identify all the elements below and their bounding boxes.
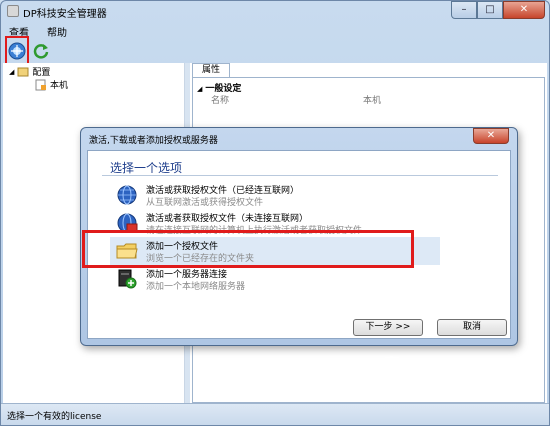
server-icon	[118, 269, 137, 289]
option-add-server[interactable]: 添加一个服务器连接 添加一个本地网络服务器	[110, 265, 440, 293]
toolbar-highlight	[5, 36, 29, 66]
next-button[interactable]: 下一步 >>	[353, 319, 423, 336]
app-icon	[7, 5, 19, 17]
option-activate-online[interactable]: 激活或获取授权文件（已经连互联网） 从互联网激活或获得授权文件	[110, 181, 440, 209]
prop-name-value: 本机	[363, 96, 382, 106]
option-desc: 从互联网激活或获得授权文件	[146, 198, 264, 208]
cancel-button[interactable]: 取消	[437, 319, 507, 336]
window-controls: – □ ✕	[451, 1, 545, 19]
expand-arrow-icon[interactable]: ◢	[9, 68, 14, 76]
dialog-heading: 选择一个选项	[110, 161, 183, 175]
selected-option-highlight	[82, 230, 414, 268]
menu-bar: 查看 帮助	[1, 21, 549, 39]
refresh-button[interactable]	[31, 41, 51, 61]
title-bar: DP科技安全管理器 – □ ✕	[1, 1, 549, 21]
refresh-icon	[33, 44, 49, 59]
menu-help[interactable]: 帮助	[47, 24, 67, 39]
tree-item-local[interactable]: 本机	[35, 78, 68, 91]
watermark-logo-icon	[372, 356, 412, 396]
dialog-title: 激活,下载或者添加授权或服务器	[89, 136, 218, 146]
close-button[interactable]: ✕	[503, 1, 545, 19]
tree-item-config-label: 配置	[32, 68, 51, 78]
option-desc: 添加一个本地网络服务器	[146, 282, 246, 292]
toolbar	[1, 39, 549, 63]
config-icon	[17, 67, 29, 76]
tree-item-config[interactable]: ◢ 配置	[9, 65, 50, 78]
globe-icon	[117, 185, 137, 205]
minimize-button[interactable]: –	[451, 1, 477, 19]
maximize-button[interactable]: □	[477, 1, 503, 19]
status-bar: 选择一个有效的license	[1, 403, 549, 425]
divider	[102, 175, 498, 176]
prop-name-label: 名称	[211, 96, 230, 106]
dialog-close-button[interactable]: ✕	[473, 128, 509, 144]
status-text: 选择一个有效的license	[7, 412, 102, 422]
watermark-text: 当下软件园	[418, 364, 528, 388]
tree-item-local-label: 本机	[50, 81, 69, 91]
watermark-url: www.downxia.com	[420, 390, 504, 400]
window-title: DP科技安全管理器	[23, 9, 107, 20]
tab-properties[interactable]: 属性	[192, 63, 230, 77]
computer-icon	[35, 79, 46, 90]
collapse-arrow-icon[interactable]: ◢	[197, 85, 202, 93]
